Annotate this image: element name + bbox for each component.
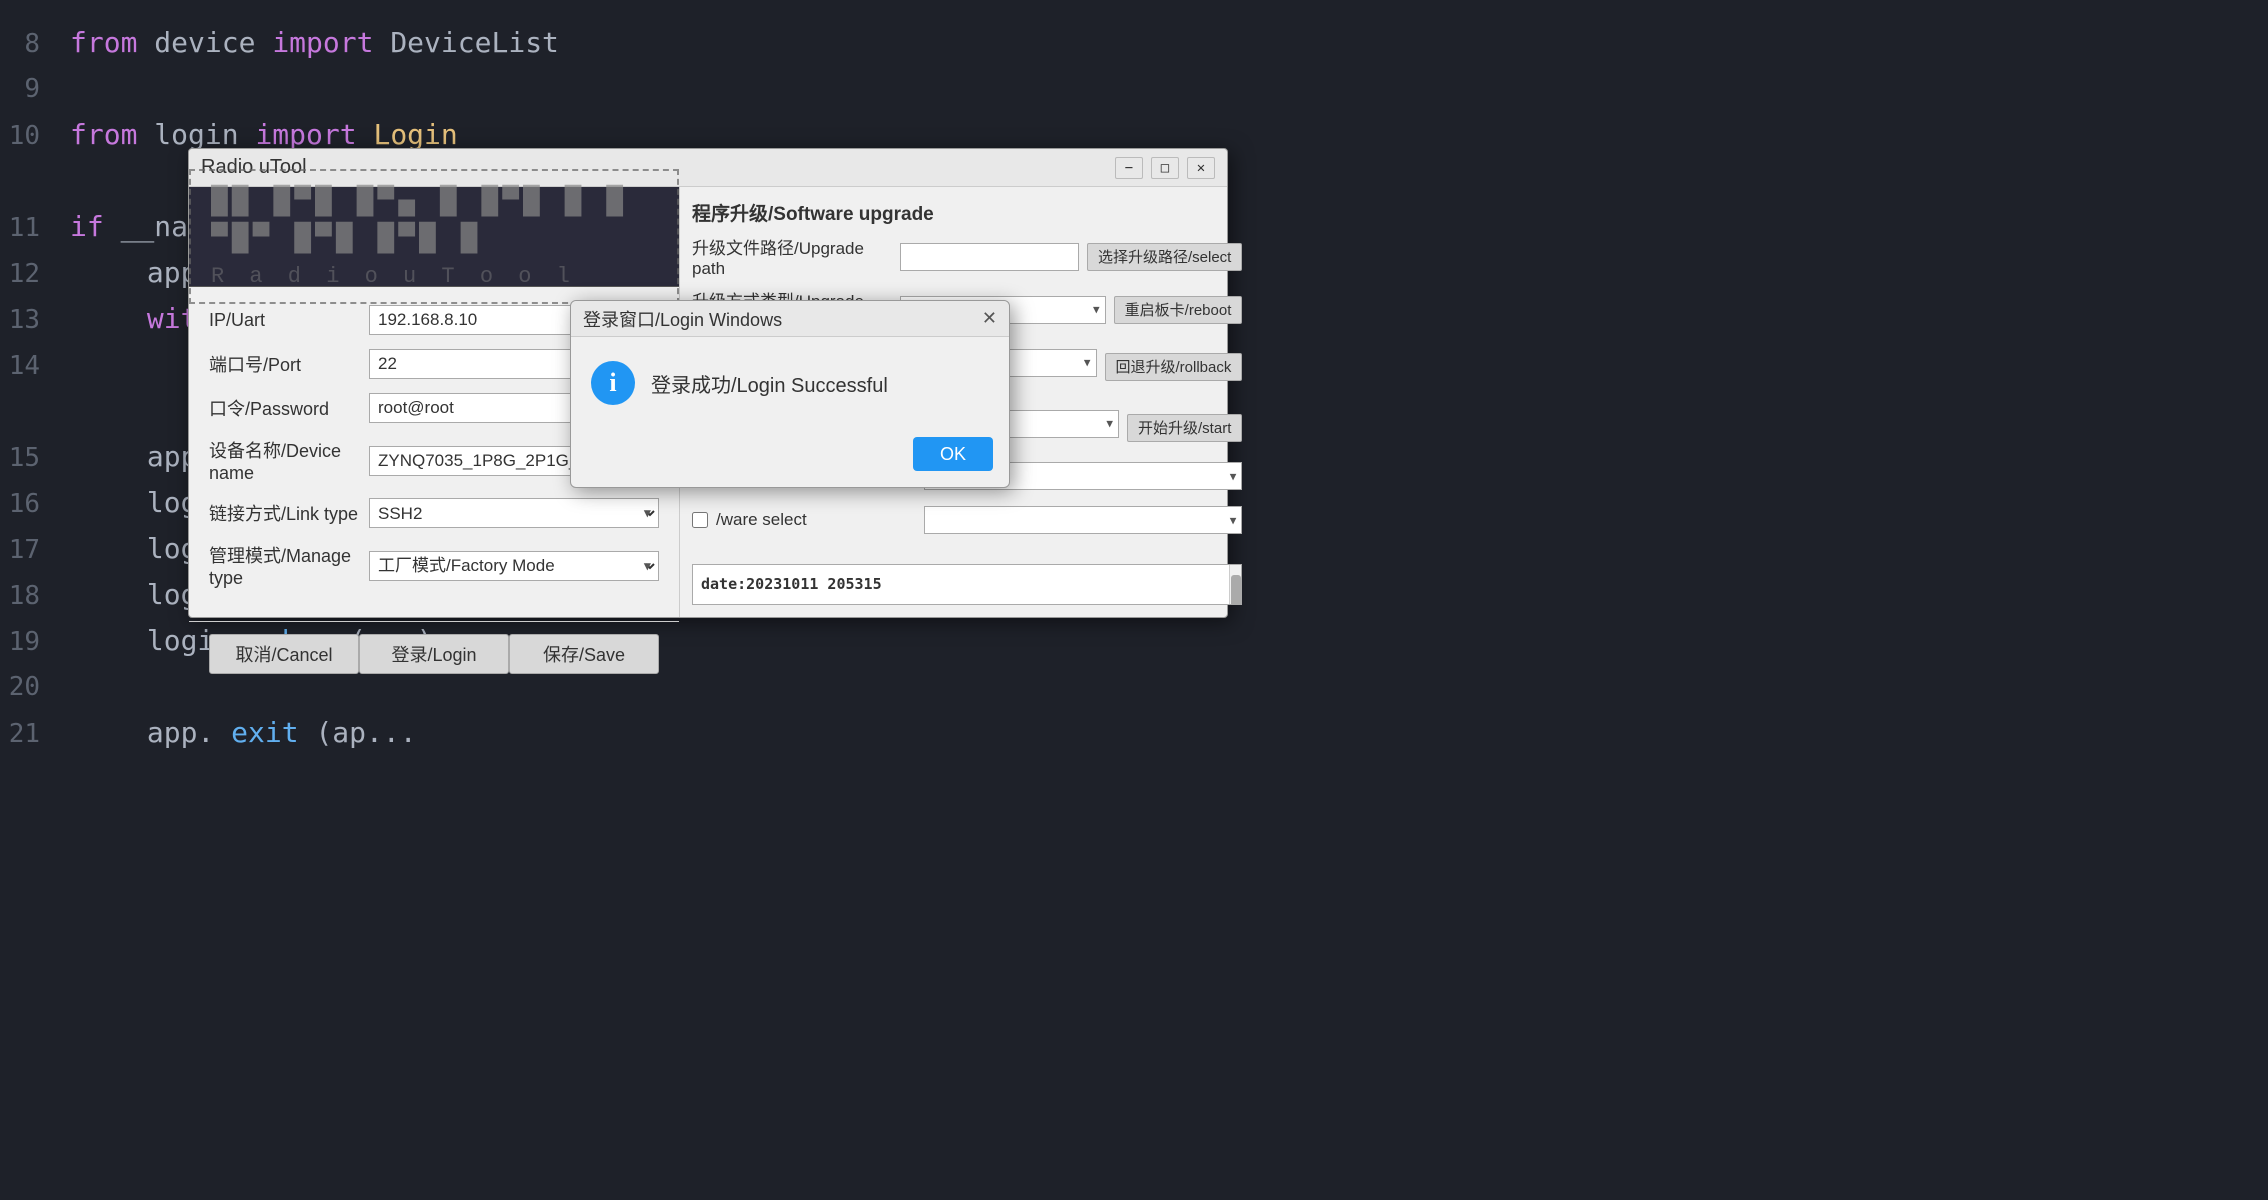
rollback-button[interactable]: 回退升级/rollback [1105,353,1243,381]
login-dialog-title: 登录窗口/Login Windows [583,306,982,332]
link-type-select[interactable]: SSH2 [369,498,659,528]
ok-button[interactable]: OK [913,437,993,471]
log-date: date:20231011 205315 [701,573,1233,596]
software-checkbox[interactable] [692,512,708,528]
login-dialog-titlebar: 登录窗口/Login Windows ✕ [571,301,1009,337]
software-checkbox-row: /ware select [692,506,1242,534]
line-number: 9 [0,66,60,112]
line-number: 12 [0,251,60,297]
link-type-row: 链接方式/Link type SSH2 [209,498,659,528]
log-scrollbar-thumb[interactable] [1231,575,1241,605]
line-number: 8 [0,21,60,67]
login-dialog-close-button[interactable]: ✕ [982,308,997,329]
upgrade-path-row: 升级文件路径/Upgrade path 选择升级路径/select [692,234,1242,279]
link-type-select-wrapper: SSH2 [369,498,659,528]
line-number: 16 [0,481,60,527]
save-button[interactable]: 保存/Save [509,634,659,674]
logo-text: ██ █▀█ █▀▄ █ █▀█ █ █ ▀█▀ █▀█ █▀█ █ R a d… [189,169,679,304]
software-select-wrapper [924,506,1242,534]
reboot-button[interactable]: 重启板卡/reboot [1114,296,1243,324]
log-content: date:20231011 205315 -------------------… [701,573,1233,605]
line-number: 17 [0,527,60,573]
log-area[interactable]: date:20231011 205315 -------------------… [692,564,1242,605]
logo-area: ██ █▀█ █▀▄ █ █▀█ █ █ ▀█▀ █▀█ █▀█ █ R a d… [189,187,679,287]
manage-mode-row: 管理模式/Manage type 工厂模式/Factory Mode [209,542,659,589]
line-number: 19 [0,619,60,665]
window-controls: − □ ✕ [1115,157,1215,179]
log-separator: ----------------------------------------… [701,596,1233,606]
code-line-8: 8 from device import DeviceList [0,20,2268,66]
upgrade-section-title: 程序升级/Software upgrade [692,199,1242,226]
maximize-button[interactable]: □ [1151,157,1179,179]
device-name-label: 设备名称/Device name [209,437,369,484]
line-number: 15 [0,435,60,481]
cancel-button[interactable]: 取消/Cancel [209,634,359,674]
login-button[interactable]: 登录/Login [359,634,509,674]
close-button[interactable]: ✕ [1187,157,1215,179]
password-label: 口令/Password [209,395,369,421]
manage-mode-label: 管理模式/Manage type [209,542,369,589]
start-button[interactable]: 开始升级/start [1127,414,1242,442]
line-number: 14 [0,343,60,389]
upgrade-path-input[interactable] [900,243,1079,271]
login-success-dialog: 登录窗口/Login Windows ✕ i 登录成功/Login Succes… [570,300,1010,488]
link-type-label: 链接方式/Link type [209,500,369,526]
line-number: 21 [0,711,60,757]
info-icon: i [591,361,635,405]
login-success-message: 登录成功/Login Successful [651,361,888,398]
minimize-button[interactable]: − [1115,157,1143,179]
software-select[interactable] [924,506,1242,534]
software-label: /ware select [716,510,916,530]
code-line-9: 9 [0,66,2268,112]
login-dialog-body: i 登录成功/Login Successful [571,337,1009,429]
manage-mode-select[interactable]: 工厂模式/Factory Mode [369,551,659,581]
port-label: 端口号/Port [209,351,369,377]
select-path-button[interactable]: 选择升级路径/select [1087,243,1242,271]
software-row: /ware select [692,506,1242,542]
log-scrollbar-track [1229,565,1241,604]
manage-mode-select-wrapper: 工厂模式/Factory Mode [369,551,659,581]
line-number: 20 [0,664,60,710]
line-number: 10 [0,113,60,159]
login-dialog-footer: OK [571,429,1009,487]
code-line-21: 21 app. exit (ap... [0,710,2268,756]
action-buttons-row: 取消/Cancel 登录/Login 保存/Save [189,621,679,686]
ip-label: IP/Uart [209,310,369,331]
line-number: 13 [0,297,60,343]
upgrade-path-label: 升级文件路径/Upgrade path [692,234,892,279]
line-number: 11 [0,205,60,251]
line-number: 18 [0,573,60,619]
